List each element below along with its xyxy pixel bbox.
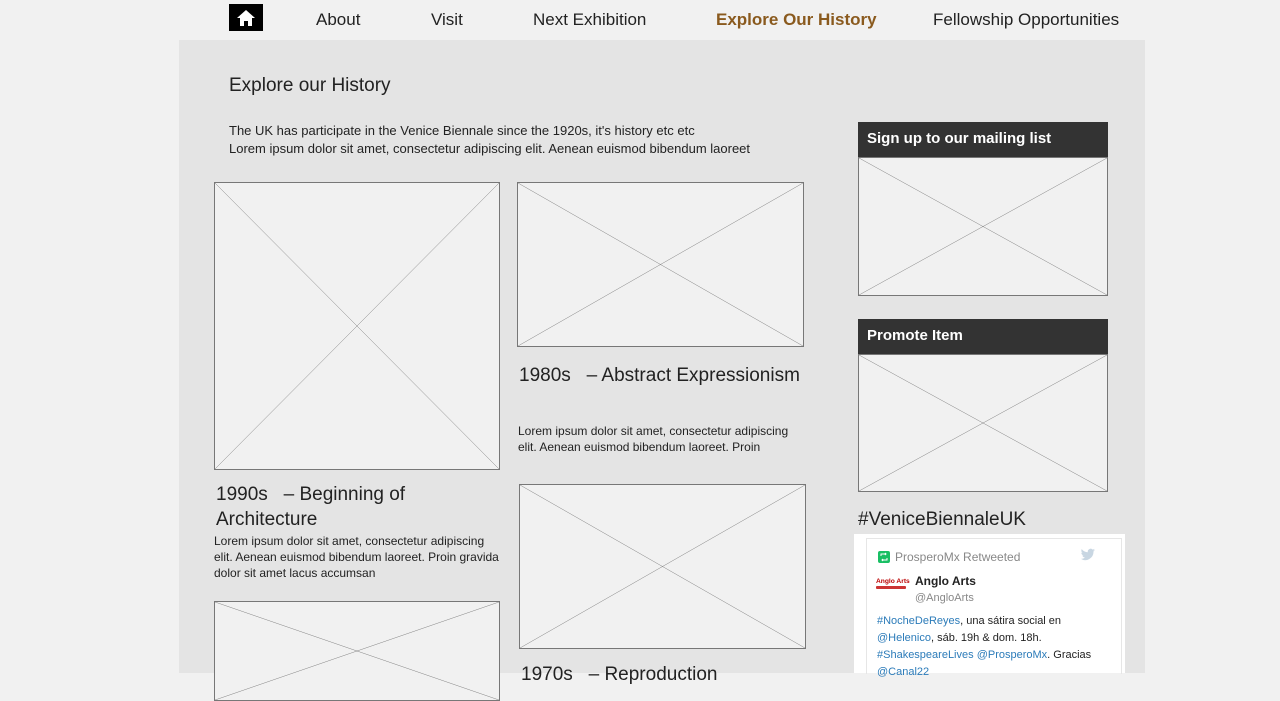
avatar[interactable]: Anglo Arts (876, 578, 910, 594)
image-placeholder-1970s[interactable] (519, 484, 806, 649)
tweet-text-part: . Gracias (1047, 649, 1092, 661)
top-nav: About Visit Next Exhibition Explore Our … (0, 0, 1280, 40)
card-heading-1970s[interactable]: 1970s – Reproduction (521, 662, 717, 687)
nav-about[interactable]: About (316, 10, 360, 30)
tweet-text-part: , una sátira social en (960, 615, 1062, 627)
tweet-hashtag-link[interactable]: #NocheDeReyes (877, 615, 960, 627)
tweet-mention-link[interactable]: @Helenico (877, 632, 931, 644)
card-body-1990s: Lorem ipsum dolor sit amet, consectetur … (214, 534, 499, 580)
tweet-text: #NocheDeReyes, una sátira social en @Hel… (877, 613, 1117, 681)
image-placeholder-1990s[interactable] (214, 182, 500, 470)
hashtag-heading: #VeniceBiennaleUK (858, 509, 1026, 530)
nav-fellowship[interactable]: Fellowship Opportunities (933, 10, 1119, 30)
placeholder-cross-icon (520, 485, 805, 648)
page-title: Explore our History (229, 75, 391, 96)
tweet-mention-link[interactable]: @ProsperoMx (977, 649, 1047, 661)
image-placeholder-lower-left[interactable] (214, 601, 500, 701)
intro-line-1: The UK has participate in the Venice Bie… (229, 123, 695, 138)
placeholder-cross-icon (859, 355, 1107, 491)
tweet-hashtag-link[interactable]: #ShakespeareLives (877, 649, 974, 661)
mailing-list-header: Sign up to our mailing list (858, 122, 1108, 157)
home-icon (237, 9, 255, 26)
intro-line-2: Lorem ipsum dolor sit amet, consectetur … (229, 141, 751, 156)
twitter-embed[interactable]: ProsperoMx Retweeted Anglo Arts Anglo Ar… (854, 534, 1125, 678)
card-heading-1990s-line1: 1990s – Beginning of (216, 484, 406, 505)
placeholder-cross-icon (215, 602, 499, 700)
nav-next-exhibition[interactable]: Next Exhibition (533, 10, 646, 30)
home-button[interactable] (229, 4, 263, 31)
avatar-underline (876, 586, 906, 589)
nav-explore-history[interactable]: Explore Our History (716, 10, 877, 30)
intro-text: The UK has participate in the Venice Bie… (229, 122, 829, 158)
avatar-text: Anglo Arts (876, 578, 910, 585)
retweet-line: ProsperoMx Retweeted (878, 550, 1020, 564)
tweet-text-part: , sáb. 19h & dom. 18h. (930, 632, 1042, 644)
card-heading-1980s[interactable]: 1980s – Abstract Expressionism (519, 363, 800, 388)
nav-visit[interactable]: Visit (431, 10, 463, 30)
tweet-author-handle[interactable]: @AngloArts (915, 592, 974, 604)
placeholder-cross-icon (518, 183, 803, 346)
tweet-author-name[interactable]: Anglo Arts (915, 574, 976, 588)
mailing-list-widget[interactable] (858, 157, 1108, 296)
card-body-1980s: Lorem ipsum dolor sit amet, consectetur … (518, 424, 789, 454)
card-heading-1990s[interactable]: 1990s – Beginning of Architecture (216, 482, 405, 532)
twitter-bird-icon[interactable] (1080, 548, 1096, 562)
placeholder-cross-icon (215, 183, 499, 469)
retweet-icon (878, 551, 890, 563)
tweet-mention-link[interactable]: @Canal22 (877, 666, 929, 678)
retweeted-by[interactable]: ProsperoMx Retweeted (895, 550, 1020, 564)
card-heading-1990s-line2: Architecture (216, 509, 318, 530)
image-placeholder-1980s[interactable] (517, 182, 804, 347)
promote-item-header: Promote Item (858, 319, 1108, 354)
placeholder-cross-icon (859, 158, 1107, 295)
promote-item-widget[interactable] (858, 354, 1108, 492)
